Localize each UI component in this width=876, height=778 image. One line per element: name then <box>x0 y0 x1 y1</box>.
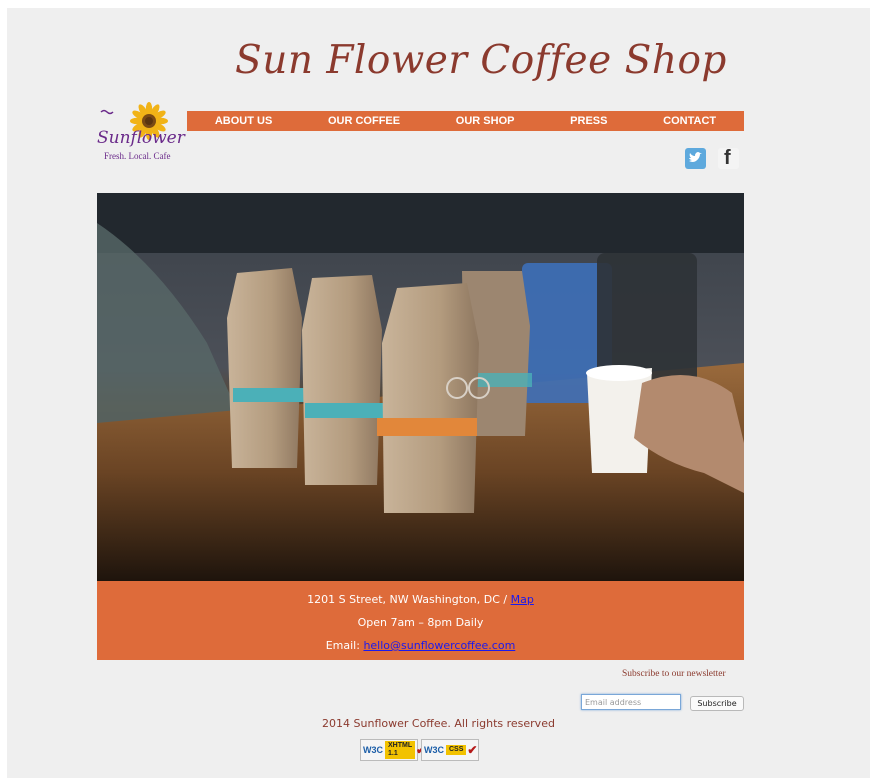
site-title: Sun Flower Coffee Shop <box>235 38 727 83</box>
sunflower-logo[interactable]: Sunflower Fresh. Local. Cafe <box>97 102 185 174</box>
w3c-css-badge[interactable]: W3C CSS ✔ <box>421 739 479 761</box>
nav-item-about-us[interactable]: ABOUT US <box>215 115 272 127</box>
email-label: Email: <box>325 639 364 652</box>
coffee-bags-image <box>97 193 744 581</box>
email-link[interactable]: hello@sunflowercoffee.com <box>363 639 515 652</box>
subscribe-button[interactable]: Subscribe <box>690 696 744 711</box>
main-nav: ABOUT US OUR COFFEE OUR SHOP PRESS CONTA… <box>187 111 744 131</box>
page-container: Sun Flower Coffee Shop Sunflower Fresh. … <box>7 8 870 778</box>
facebook-icon: f <box>724 147 731 169</box>
logo-tagline: Fresh. Local. Cafe <box>104 151 171 161</box>
nav-item-our-coffee[interactable]: OUR COFFEE <box>328 115 400 127</box>
hero-coffee-photo <box>97 193 744 581</box>
checkmark-icon: ✔ <box>467 743 478 757</box>
newsletter-email-input[interactable] <box>581 694 681 710</box>
nav-item-our-shop[interactable]: OUR SHOP <box>456 115 515 127</box>
css-label: CSS <box>446 745 467 755</box>
nav-item-press[interactable]: PRESS <box>570 115 607 127</box>
logo-wordmark: Sunflower <box>97 128 185 148</box>
twitter-link[interactable] <box>685 148 706 169</box>
map-link[interactable]: Map <box>511 593 534 606</box>
address-text: 1201 S Street, NW Washington, DC / <box>307 593 511 606</box>
w3c-xhtml-badge[interactable]: W3C XHTML 1.1 ✔ <box>360 739 426 761</box>
twitter-icon <box>689 152 702 162</box>
w3c-logo: W3C <box>424 745 444 755</box>
w3c-logo: W3C <box>363 745 383 755</box>
newsletter-label: Subscribe to our newsletter <box>622 669 726 679</box>
address-line: 1201 S Street, NW Washington, DC / Map <box>97 593 744 606</box>
facebook-link[interactable]: f <box>718 147 739 169</box>
contact-info-bar: 1201 S Street, NW Washington, DC / Map O… <box>97 581 744 660</box>
xhtml-label: XHTML 1.1 <box>385 741 415 759</box>
nav-item-contact[interactable]: CONTACT <box>663 115 716 127</box>
copyright-text: 2014 Sunflower Coffee. All rights reserv… <box>322 717 555 730</box>
hours-text: Open 7am – 8pm Daily <box>357 616 484 629</box>
email-line: Email: hello@sunflowercoffee.com <box>97 639 744 652</box>
